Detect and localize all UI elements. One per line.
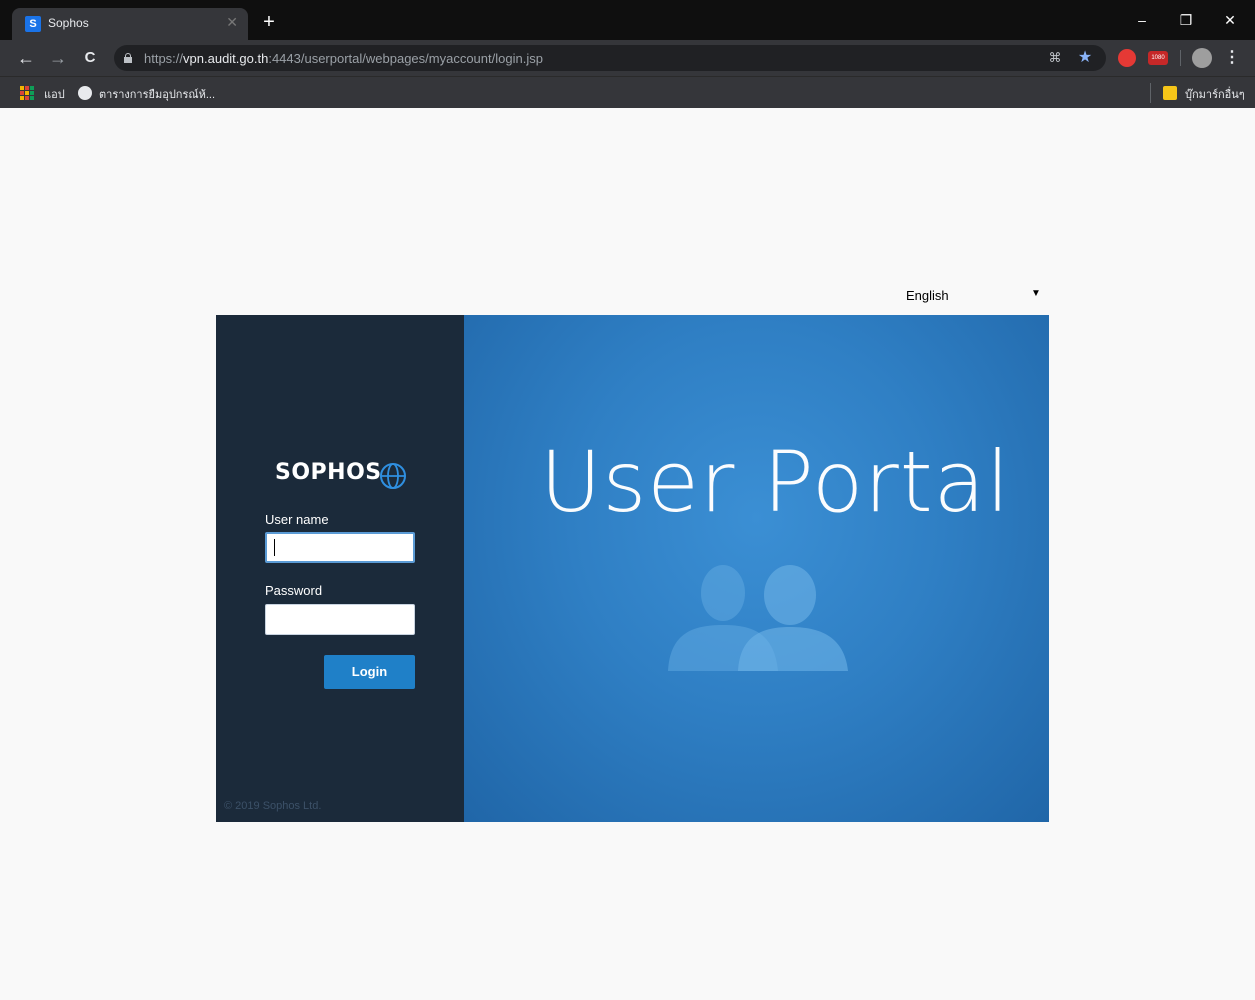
login-button[interactable]: Login <box>324 655 415 689</box>
menu-kebab-icon[interactable]: ⋮ <box>1220 46 1244 70</box>
tab-sophos[interactable]: S Sophos ✕ <box>12 8 248 40</box>
users-icon <box>668 565 848 671</box>
toolbar-divider <box>1180 50 1181 66</box>
browser-chrome: S Sophos ✕ + – ❐ ✕ ← → C https://vpn.aud… <box>0 0 1255 108</box>
login-card: SOPHOS User name Password Login © 2019 S… <box>216 315 1049 822</box>
sophos-logo: SOPHOS <box>275 460 382 485</box>
minimize-button[interactable]: – <box>1127 8 1157 32</box>
adblock-extension-icon[interactable] <box>1118 49 1136 67</box>
translate-icon[interactable]: ⌘ <box>1046 49 1064 67</box>
profile-avatar-icon[interactable] <box>1192 48 1212 68</box>
login-panel: SOPHOS User name Password Login © 2019 S… <box>216 315 464 822</box>
language-select[interactable]: English <box>906 288 1046 306</box>
hero-panel: User Portal <box>464 315 1049 822</box>
close-window-button[interactable]: ✕ <box>1215 8 1245 32</box>
password-input[interactable] <box>265 604 415 635</box>
bookmark-star-icon[interactable]: ★ <box>1076 49 1094 67</box>
address-bar[interactable]: https://vpn.audit.go.th:4443/userportal/… <box>114 45 1106 71</box>
browser-toolbar: ← → C https://vpn.audit.go.th:4443/userp… <box>0 40 1255 76</box>
back-button[interactable]: ← <box>14 46 38 70</box>
username-input[interactable] <box>265 532 415 563</box>
extension-badge-icon[interactable]: 1080 <box>1148 51 1168 65</box>
apps-grid-icon[interactable] <box>20 86 34 100</box>
bookmarks-bar: แอป ตารางการยืมอุปกรณ์ห้... บุ๊กมาร์กอื่… <box>0 76 1255 108</box>
bookmark-item-1[interactable]: ตารางการยืมอุปกรณ์ห้... <box>99 85 215 103</box>
restore-button[interactable]: ❐ <box>1171 8 1201 32</box>
new-tab-button[interactable]: + <box>258 12 280 34</box>
lock-icon[interactable] <box>124 53 132 63</box>
folder-icon[interactable] <box>1163 86 1177 100</box>
reload-button[interactable]: C <box>78 46 102 70</box>
globe-icon <box>78 86 92 100</box>
other-bookmarks[interactable]: บุ๊กมาร์กอื่นๆ <box>1185 85 1245 103</box>
tab-title: Sophos <box>48 16 89 30</box>
password-label: Password <box>265 583 323 598</box>
text-caret <box>274 539 275 556</box>
bookmark-apps[interactable]: แอป <box>44 85 65 103</box>
url-text[interactable]: https://vpn.audit.go.th:4443/userportal/… <box>144 51 543 66</box>
tab-close-icon[interactable]: ✕ <box>226 14 238 31</box>
sophos-favicon-icon: S <box>25 16 41 32</box>
globe-logo-icon <box>380 463 406 489</box>
bookmark-divider <box>1150 83 1151 103</box>
page-title: User Portal <box>540 433 1011 531</box>
tab-strip: S Sophos ✕ + – ❐ ✕ <box>0 0 1255 40</box>
chevron-down-icon[interactable]: ▼ <box>1031 288 1041 299</box>
username-label: User name <box>265 512 329 527</box>
forward-button[interactable]: → <box>46 46 70 70</box>
copyright-text: © 2019 Sophos Ltd. <box>224 800 322 812</box>
